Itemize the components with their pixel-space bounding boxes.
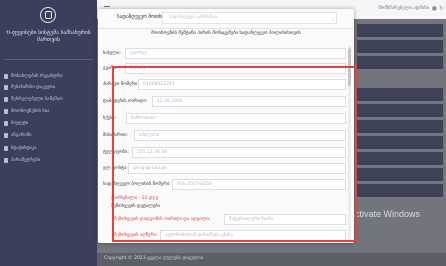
field-label: სახელი: bbox=[103, 51, 121, 56]
sidebar-item-2[interactable]: შესაბამისი დაკვეთა bbox=[4, 83, 94, 92]
list-icon bbox=[4, 97, 8, 102]
sidebar-item-8[interactable]: პარამეტრები bbox=[4, 156, 94, 165]
user-name[interactable]: მომხმარებელი ადმინი bbox=[378, 6, 429, 11]
sidebar-item-label: შესრულებული სამუშაო bbox=[11, 97, 63, 102]
sidebar-item-label: მოსახლების რეგისტრი bbox=[11, 74, 63, 79]
sidebar-item-label: პარამეტრები bbox=[11, 158, 41, 163]
table-row bbox=[357, 24, 443, 37]
gear-icon bbox=[4, 158, 8, 163]
user-icon bbox=[4, 74, 8, 79]
sidebar-item-6[interactable]: ანგარიში bbox=[4, 131, 94, 140]
sidebar-item-5[interactable]: ბიუჯეტი bbox=[4, 119, 94, 128]
bell-icon[interactable]: ● bbox=[432, 5, 437, 12]
people-icon bbox=[4, 109, 8, 114]
table-row bbox=[357, 88, 443, 101]
highlight-box bbox=[112, 66, 357, 242]
table-row bbox=[357, 152, 443, 165]
sidebar: ti-ფუყისები სისტემა სამსახურის მართვის მ… bbox=[0, 0, 97, 266]
sidebar-brand: ti-ფუყისები სისტემა სამსახურის მართვის bbox=[6, 30, 91, 43]
first-name-input[interactable]: გიორგი bbox=[125, 48, 346, 59]
report-icon bbox=[4, 133, 8, 138]
sidebar-item-7[interactable]: სტატისტიკა bbox=[4, 144, 94, 153]
table-row bbox=[357, 56, 443, 69]
sidebar-item-3[interactable]: შესრულებული სამუშაო bbox=[4, 95, 94, 104]
sidebar-item-label: ანგარიში bbox=[11, 133, 32, 138]
table-row bbox=[357, 40, 443, 53]
table-row bbox=[357, 104, 443, 117]
sidebar-item-1[interactable]: მოსახლების რეგისტრი bbox=[4, 72, 94, 81]
sidebar-item-label: მოთხოვნების სია bbox=[11, 109, 50, 114]
logo-icon[interactable] bbox=[40, 7, 56, 23]
sidebar-item-4[interactable]: მოთხოვნების სია bbox=[4, 107, 94, 116]
table-row bbox=[357, 136, 443, 149]
sidebar-item-label: ბიუჯეტი bbox=[11, 121, 28, 126]
document-icon bbox=[4, 85, 8, 90]
sidebar-item-label: სტატისტიკა bbox=[11, 146, 37, 151]
logout-icon[interactable]: ↻ bbox=[439, 5, 444, 12]
activate-windows-watermark: Activate Windows bbox=[349, 209, 421, 219]
money-icon bbox=[4, 121, 8, 126]
footer-text: Copyright © 2023 ყველა უფლება დაცულია bbox=[104, 256, 204, 261]
table-row bbox=[357, 184, 443, 197]
sidebar-item-label: შესაბამისი დაკვეთა bbox=[11, 85, 56, 90]
table-row bbox=[357, 120, 443, 133]
chart-icon bbox=[4, 146, 8, 151]
table-row bbox=[357, 168, 443, 181]
sidebar-divider bbox=[4, 59, 93, 60]
field-value: გიორგი bbox=[130, 51, 148, 56]
